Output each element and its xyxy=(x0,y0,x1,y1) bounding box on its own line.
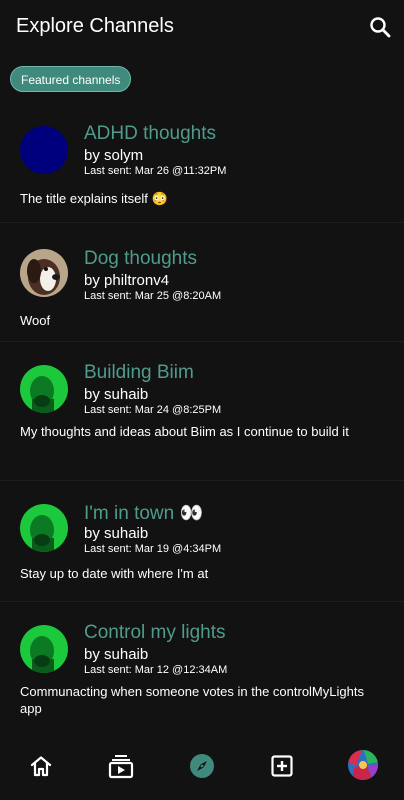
profile-avatar[interactable] xyxy=(348,750,378,780)
channel-item[interactable]: I'm in town 👀 by suhaib Last sent: Mar 1… xyxy=(0,481,404,602)
channel-owner: by suhaib xyxy=(84,525,149,542)
explore-icon[interactable] xyxy=(188,752,216,780)
channel-name: Building Biim xyxy=(84,362,194,383)
channel-item[interactable]: Control my lights by suhaib Last sent: M… xyxy=(0,602,404,728)
channel-item[interactable]: ADHD thoughts by solym Last sent: Mar 26… xyxy=(0,112,404,223)
channel-name: I'm in town 👀 xyxy=(84,503,204,524)
last-sent: Last sent: Mar 25 @8:20AM xyxy=(84,290,222,302)
channel-avatar xyxy=(20,249,68,297)
page-title: Explore Channels xyxy=(16,15,174,37)
bottom-navigation xyxy=(0,736,404,800)
channel-owner: by suhaib xyxy=(84,386,149,403)
channel-owner: by suhaib xyxy=(84,646,149,663)
home-icon[interactable] xyxy=(27,752,55,780)
channel-list: ADHD thoughts by solym Last sent: Mar 26… xyxy=(0,112,404,728)
channel-avatar xyxy=(20,504,68,552)
last-sent: Last sent: Mar 24 @8:25PM xyxy=(84,404,222,416)
channel-description: Stay up to date with where I'm at xyxy=(20,566,209,581)
channel-description: The title explains itself 😳 xyxy=(20,191,168,206)
channel-avatar xyxy=(20,365,68,413)
featured-channels-chip[interactable]: Featured channels xyxy=(10,66,132,92)
channel-description: Woof xyxy=(20,313,51,328)
add-icon[interactable] xyxy=(268,752,296,780)
app-header: Explore Channels xyxy=(0,0,404,56)
channel-description: My thoughts and ideas about Biim as I co… xyxy=(20,424,349,439)
channel-item[interactable]: Dog thoughts by philtronv4 Last sent: Ma… xyxy=(0,223,404,342)
last-sent: Last sent: Mar 26 @11:32PM xyxy=(84,165,227,177)
search-icon[interactable] xyxy=(368,15,392,39)
channel-name: Control my lights xyxy=(84,622,226,643)
channel-item[interactable]: Building Biim by suhaib Last sent: Mar 2… xyxy=(0,342,404,481)
channel-avatar xyxy=(20,625,68,673)
feed-icon[interactable] xyxy=(107,752,135,780)
channel-name: ADHD thoughts xyxy=(84,123,217,144)
channel-owner: by solym xyxy=(84,147,144,164)
channel-owner: by philtronv4 xyxy=(84,272,170,289)
channel-name: Dog thoughts xyxy=(84,248,198,269)
channel-description: Communacting when someone votes in the c… xyxy=(20,684,364,716)
last-sent: Last sent: Mar 12 @12:34AM xyxy=(84,664,228,676)
channel-avatar xyxy=(20,126,68,174)
last-sent: Last sent: Mar 19 @4:34PM xyxy=(84,543,222,555)
